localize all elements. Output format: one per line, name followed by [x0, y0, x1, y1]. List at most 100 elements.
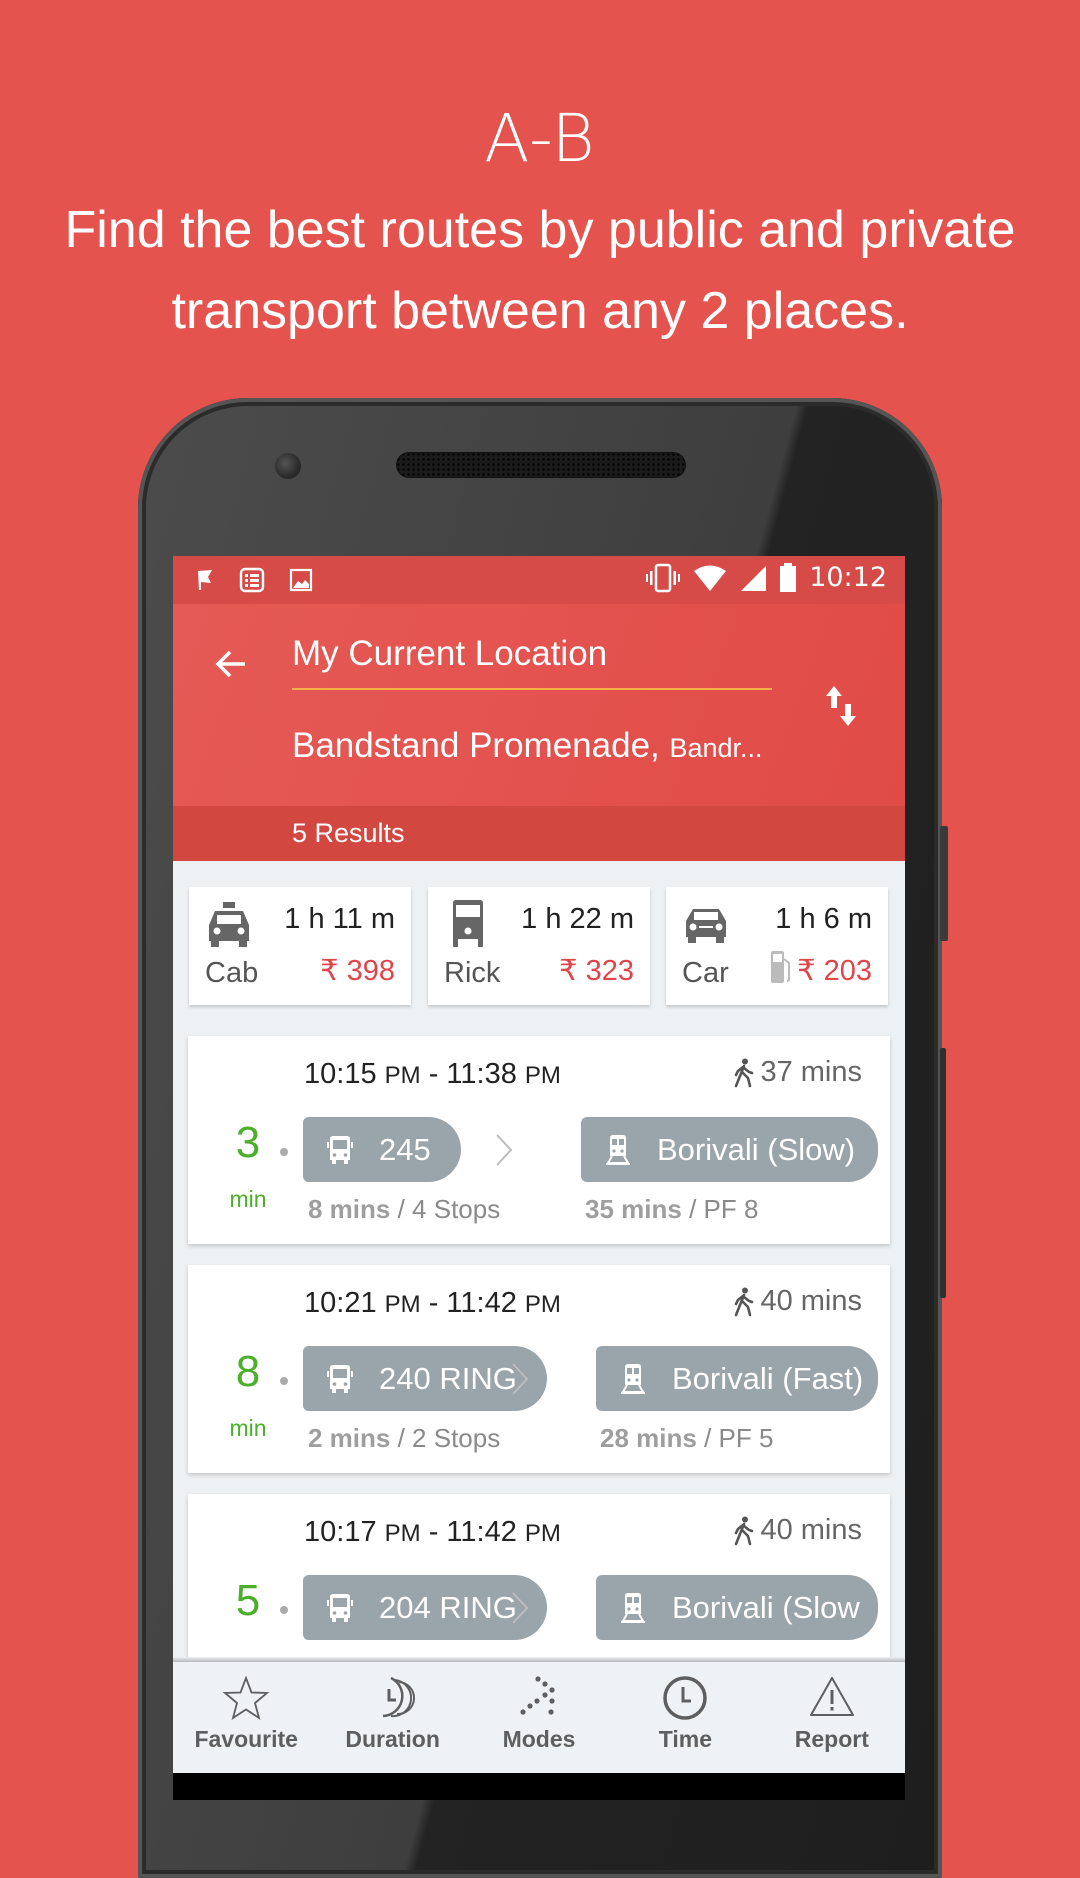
bus-route-number: 204 RING	[379, 1589, 517, 1625]
route-start-ampm: PM	[384, 1291, 421, 1318]
nav-modes-label: Modes	[502, 1726, 576, 1752]
route-time-range: 10:21 PM - 11:42 PM	[304, 1287, 561, 1319]
nav-duration-label: Duration	[345, 1726, 440, 1752]
timeline-dot	[280, 1606, 288, 1614]
flag-icon	[198, 570, 212, 590]
earpiece-speaker	[396, 452, 686, 478]
bus-segment-pill[interactable]: 245	[303, 1117, 461, 1182]
walk-duration-text: 40 mins	[760, 1514, 862, 1546]
train-route-name: Borivali (Slow)	[657, 1131, 856, 1167]
chevron-right-icon	[496, 1134, 513, 1166]
cab-price: ₹ 398	[320, 955, 395, 987]
train-icon	[621, 1363, 645, 1394]
train-segment-info: 35 mins / PF 8	[585, 1194, 758, 1225]
results-count: 5 Results	[292, 818, 405, 848]
nav-duration[interactable]: Duration	[319, 1662, 465, 1773]
quick-option-car[interactable]: 1 h 6 m Car ₹ 203	[666, 887, 888, 1005]
promo-subtitle: Find the best routes by public and priva…	[64, 201, 1016, 340]
bus-segment-stops: / 4 Stops	[397, 1194, 501, 1224]
train-segment-pill[interactable]: Borivali (Slow)	[581, 1117, 878, 1182]
route-end-time: 11:38	[446, 1058, 517, 1090]
image-icon	[289, 568, 313, 592]
cab-label: Cab	[205, 957, 259, 989]
status-bar: 10:12	[173, 556, 905, 604]
route-card[interactable]: 10:15 PM - 11:38 PM 37 mins 3 min 245 Borival…	[188, 1036, 890, 1244]
nav-time-label: Time	[658, 1726, 713, 1752]
route-time-range: 10:17 PM - 11:42 PM	[304, 1516, 561, 1548]
front-camera	[275, 453, 301, 479]
promo-title: A-B	[484, 100, 596, 177]
nav-time[interactable]: Time	[612, 1662, 758, 1773]
to-location-main: Bandstand Promenade,	[292, 726, 660, 765]
route-end-ampm: PM	[524, 1062, 561, 1089]
route-time-range: 10:15 PM - 11:38 PM	[304, 1058, 561, 1090]
segment-chevron	[494, 1132, 514, 1168]
train-segment-time: 28 mins	[600, 1423, 697, 1453]
bus-icon	[327, 1593, 353, 1622]
power-button	[940, 826, 948, 941]
clock-icon	[663, 1676, 708, 1720]
phone-screen: 10:12 My Current Location Bandstand Prom…	[173, 556, 905, 1800]
route-end-time: 11:42	[446, 1516, 517, 1548]
from-location-input[interactable]: My Current Location	[292, 634, 607, 674]
wait-time-unit: min	[229, 1415, 267, 1441]
cab-duration: 1 h 11 m	[284, 903, 395, 935]
nav-report-label: Report	[794, 1726, 869, 1752]
signal-icon	[741, 565, 767, 591]
bus-route-number: 240 RING	[379, 1360, 517, 1396]
chevron-right-icon	[512, 1363, 529, 1395]
quick-option-cab[interactable]: 1 h 11 m Cab ₹ 398	[189, 887, 411, 1005]
walk-duration-text: 40 mins	[760, 1285, 862, 1317]
auto-rickshaw-icon	[453, 900, 483, 947]
wait-time: 8	[235, 1347, 261, 1396]
walk-duration: 40 mins	[734, 1514, 862, 1547]
bus-route-number: 245	[379, 1131, 431, 1167]
bus-icon	[327, 1135, 353, 1164]
route-end-time: 11:42	[446, 1287, 517, 1319]
train-segment-platform: / PF 8	[689, 1194, 759, 1224]
train-icon	[621, 1592, 645, 1623]
quick-option-rickshaw[interactable]: 1 h 22 m Rick ₹ 323	[428, 887, 650, 1005]
bus-segment-info: 8 mins / 4 Stops	[308, 1194, 500, 1225]
walking-icon	[735, 1516, 754, 1545]
volume-button	[940, 1048, 946, 1298]
to-location-input[interactable]: Bandstand Promenade, Bandr...	[292, 726, 763, 766]
taxi-icon	[209, 902, 249, 947]
arrow-left-icon[interactable]	[211, 644, 251, 684]
swap-vertical-icon[interactable]	[823, 684, 859, 728]
bus-icon	[327, 1364, 353, 1393]
train-segment-pill[interactable]: Borivali (Slow	[596, 1575, 878, 1640]
nav-favourite-label: Favourite	[194, 1726, 298, 1752]
timeline-dot	[280, 1377, 288, 1385]
car-label: Car	[682, 957, 729, 989]
vibrate-icon	[646, 563, 681, 592]
route-end-ampm: PM	[524, 1520, 561, 1547]
segment-chevron	[510, 1361, 530, 1397]
wait-time: 3	[235, 1118, 261, 1167]
route-card[interactable]: 10:21 PM - 11:42 PM 40 mins 8 min 240 RING Bo…	[188, 1265, 890, 1473]
train-segment-info: 28 mins / PF 5	[600, 1423, 773, 1454]
route-search-header: My Current Location Bandstand Promenade,…	[173, 604, 905, 806]
list-notification-icon	[239, 567, 265, 593]
results-bar: 5 Results	[173, 806, 905, 861]
nav-modes[interactable]: Modes	[466, 1662, 612, 1773]
rickshaw-label: Rick	[444, 957, 501, 989]
wifi-icon	[694, 565, 727, 591]
system-nav-area	[173, 1773, 905, 1800]
nav-report[interactable]: Report	[759, 1662, 905, 1773]
nav-favourite[interactable]: Favourite	[173, 1662, 319, 1773]
train-route-name: Borivali (Slow	[672, 1589, 860, 1625]
wait-time-unit: min	[229, 1186, 267, 1212]
walking-icon	[735, 1058, 754, 1087]
modes-icon	[520, 1676, 555, 1715]
walk-duration-text: 37 mins	[760, 1056, 862, 1088]
battery-icon	[780, 562, 797, 592]
bus-segment-time: 8 mins	[308, 1194, 391, 1224]
car-duration: 1 h 6 m	[775, 903, 872, 935]
car-icon	[686, 909, 726, 943]
bus-segment-info: 2 mins / 2 Stops	[308, 1423, 500, 1454]
rickshaw-price: ₹ 323	[559, 955, 634, 987]
status-time: 10:12	[809, 562, 887, 593]
train-segment-pill[interactable]: Borivali (Fast)	[596, 1346, 878, 1411]
from-input-underline	[292, 688, 772, 690]
